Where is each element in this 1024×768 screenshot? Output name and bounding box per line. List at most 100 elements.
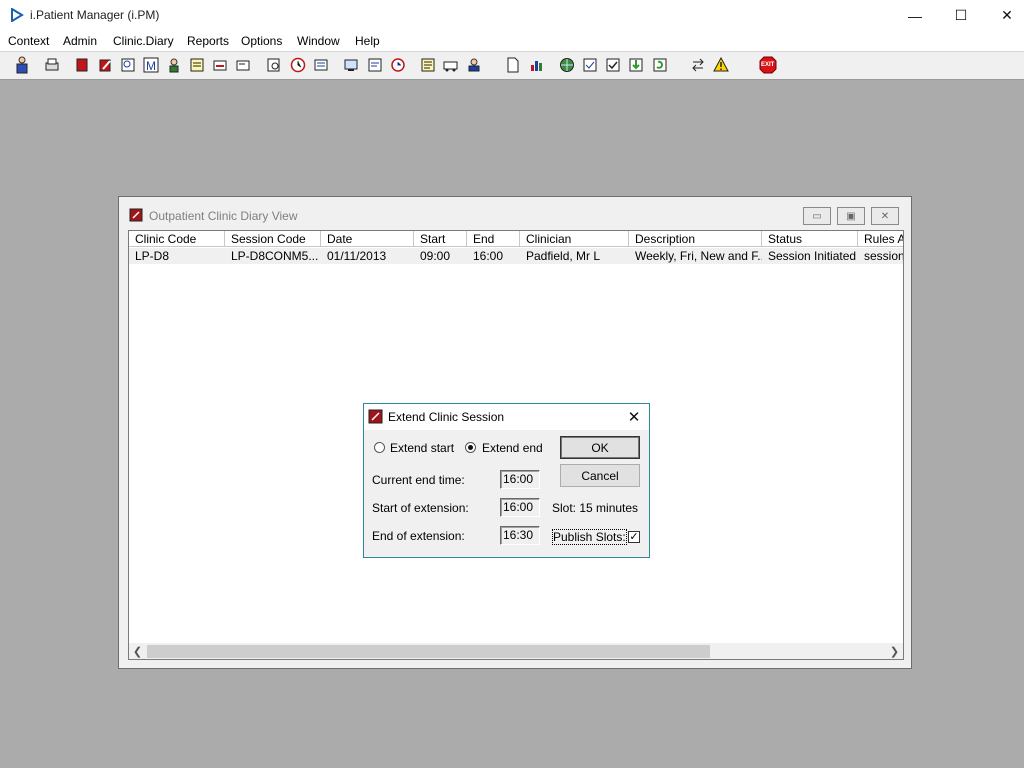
child-minimize-button[interactable]: ▭ <box>803 207 831 225</box>
card-icon-button[interactable] <box>233 55 253 75</box>
printer-icon-button[interactable] <box>42 55 62 75</box>
cell-clinician: Padfield, Mr L <box>526 249 601 263</box>
green-arrow-icon-button[interactable] <box>626 55 646 75</box>
column-header-session-code[interactable]: Session Code <box>225 231 321 247</box>
ambulance-icon-button[interactable] <box>441 55 461 75</box>
column-header-date[interactable]: Date <box>321 231 414 247</box>
column-header-start[interactable]: Start <box>414 231 467 247</box>
column-header-rules[interactable]: Rules Ap <box>858 231 903 247</box>
form-icon-button[interactable] <box>365 55 385 75</box>
app-titlebar: i.Patient Manager (i.PM) — ☐ ✕ <box>0 0 1024 31</box>
tick-list-icon-button[interactable] <box>603 55 623 75</box>
bar-chart-icon <box>531 61 542 71</box>
start-of-extension-field[interactable]: 16:00 <box>500 498 540 517</box>
tick-list-icon <box>606 58 620 72</box>
column-header-clinician[interactable]: Clinician <box>520 231 629 247</box>
publish-slots-label[interactable]: Publish Slots: <box>552 529 627 545</box>
app-logo-icon <box>11 8 24 22</box>
dialog-titlebar[interactable]: Extend Clinic Session ✕ <box>364 404 649 430</box>
warning-icon-button[interactable] <box>711 55 731 75</box>
menu-reports[interactable]: Reports <box>187 34 229 48</box>
clinic-diary-titlebar[interactable]: Outpatient Clinic Diary View ▭ ▣ ✕ <box>119 197 911 231</box>
ambulance-icon <box>443 61 458 72</box>
toolbar: M EXIT <box>0 51 1024 80</box>
history-icon <box>391 58 405 72</box>
doctor-icon-button[interactable] <box>164 55 184 75</box>
dialog-title: Extend Clinic Session <box>388 410 505 424</box>
green-arrow-icon <box>629 58 643 72</box>
edit-book-icon-button[interactable] <box>95 55 115 75</box>
extend-end-label[interactable]: Extend end <box>482 441 543 455</box>
window-list-icon <box>314 59 328 71</box>
list-check-icon <box>583 58 597 72</box>
ok-button[interactable]: OK <box>560 436 640 459</box>
extend-end-radio[interactable] <box>465 442 476 453</box>
column-header-description[interactable]: Description <box>629 231 762 247</box>
column-header-end[interactable]: End <box>467 231 520 247</box>
menu-options[interactable]: Options <box>241 34 282 48</box>
menu-help[interactable]: Help <box>355 34 380 48</box>
clock-icon-button[interactable] <box>288 55 308 75</box>
extend-start-label[interactable]: Extend start <box>390 441 454 455</box>
find-icon-button[interactable] <box>264 55 284 75</box>
maximize-button[interactable]: ☐ <box>938 0 984 31</box>
window-list-icon-button[interactable] <box>311 55 331 75</box>
refresh-list-icon-button[interactable] <box>650 55 670 75</box>
refresh-list-icon <box>653 58 667 72</box>
extend-start-radio[interactable] <box>374 442 385 453</box>
clock-icon <box>290 57 306 73</box>
m-icon: M <box>143 57 159 73</box>
menu-window[interactable]: Window <box>297 34 340 48</box>
note-pad-icon <box>421 58 435 72</box>
chart-icon-button[interactable] <box>527 55 547 75</box>
history-icon-button[interactable] <box>388 55 408 75</box>
slot-duration-label: Slot: 15 minutes <box>552 501 639 515</box>
scroll-right-icon[interactable]: ❯ <box>886 643 903 659</box>
menu-clinic-diary[interactable]: Clinic.Diary <box>113 34 174 48</box>
search-list-icon-button[interactable] <box>118 55 138 75</box>
app-title: i.Patient Manager (i.PM) <box>30 8 160 22</box>
column-header-clinic-code[interactable]: Clinic Code <box>129 231 225 247</box>
notes-icon-button[interactable] <box>187 55 207 75</box>
end-of-extension-label: End of extension: <box>372 529 465 543</box>
m-icon-button[interactable]: M <box>141 55 161 75</box>
book-icon <box>76 58 88 72</box>
maximize-icon: ☐ <box>954 7 968 23</box>
menu-admin[interactable]: Admin <box>63 34 97 48</box>
edit-book-icon <box>99 59 111 72</box>
child-restore-button[interactable]: ▣ <box>837 207 865 225</box>
child-close-button[interactable]: ✕ <box>871 207 899 225</box>
column-header-status[interactable]: Status <box>762 231 858 247</box>
cancel-button[interactable]: Cancel <box>560 464 640 487</box>
dialog-close-button[interactable]: ✕ <box>623 407 645 427</box>
cell-rules: session <box>864 249 904 263</box>
scrollbar-thumb[interactable] <box>147 645 710 658</box>
swap-icon-button[interactable] <box>688 55 708 75</box>
list-check-icon-button[interactable] <box>580 55 600 75</box>
patient-icon <box>16 56 28 74</box>
close-button[interactable]: ✕ <box>984 0 1024 31</box>
note-pad-icon-button[interactable] <box>418 55 438 75</box>
cell-clinic-code: LP-D8 <box>135 249 170 263</box>
book-icon-button[interactable] <box>72 55 92 75</box>
patient-icon-button[interactable] <box>12 55 32 75</box>
form-icon <box>368 58 382 72</box>
transfer-icon-button[interactable] <box>210 55 230 75</box>
horizontal-scrollbar[interactable]: ❮ ❯ <box>129 643 903 659</box>
exit-button[interactable]: EXIT <box>758 55 778 75</box>
document-icon-button[interactable] <box>503 55 523 75</box>
radio-selected-dot <box>468 445 473 450</box>
end-of-extension-field[interactable]: 16:30 <box>500 526 540 545</box>
monitor-icon-button[interactable] <box>341 55 361 75</box>
ward-icon-button[interactable] <box>464 55 484 75</box>
extend-clinic-session-dialog: Extend Clinic Session ✕ Extend start Ext… <box>363 403 650 558</box>
publish-slots-checkbox[interactable]: ✓ <box>628 531 640 543</box>
current-end-time-label: Current end time: <box>372 473 465 487</box>
table-row[interactable]: LP-D8 LP-D8CONM5... 01/11/2013 09:00 16:… <box>129 248 904 264</box>
minimize-button[interactable]: — <box>892 0 938 31</box>
menu-context[interactable]: Context <box>8 34 49 48</box>
globe-icon <box>560 58 574 72</box>
scroll-left-icon[interactable]: ❮ <box>129 643 146 659</box>
start-of-extension-label: Start of extension: <box>372 501 469 515</box>
globe-icon-button[interactable] <box>557 55 577 75</box>
